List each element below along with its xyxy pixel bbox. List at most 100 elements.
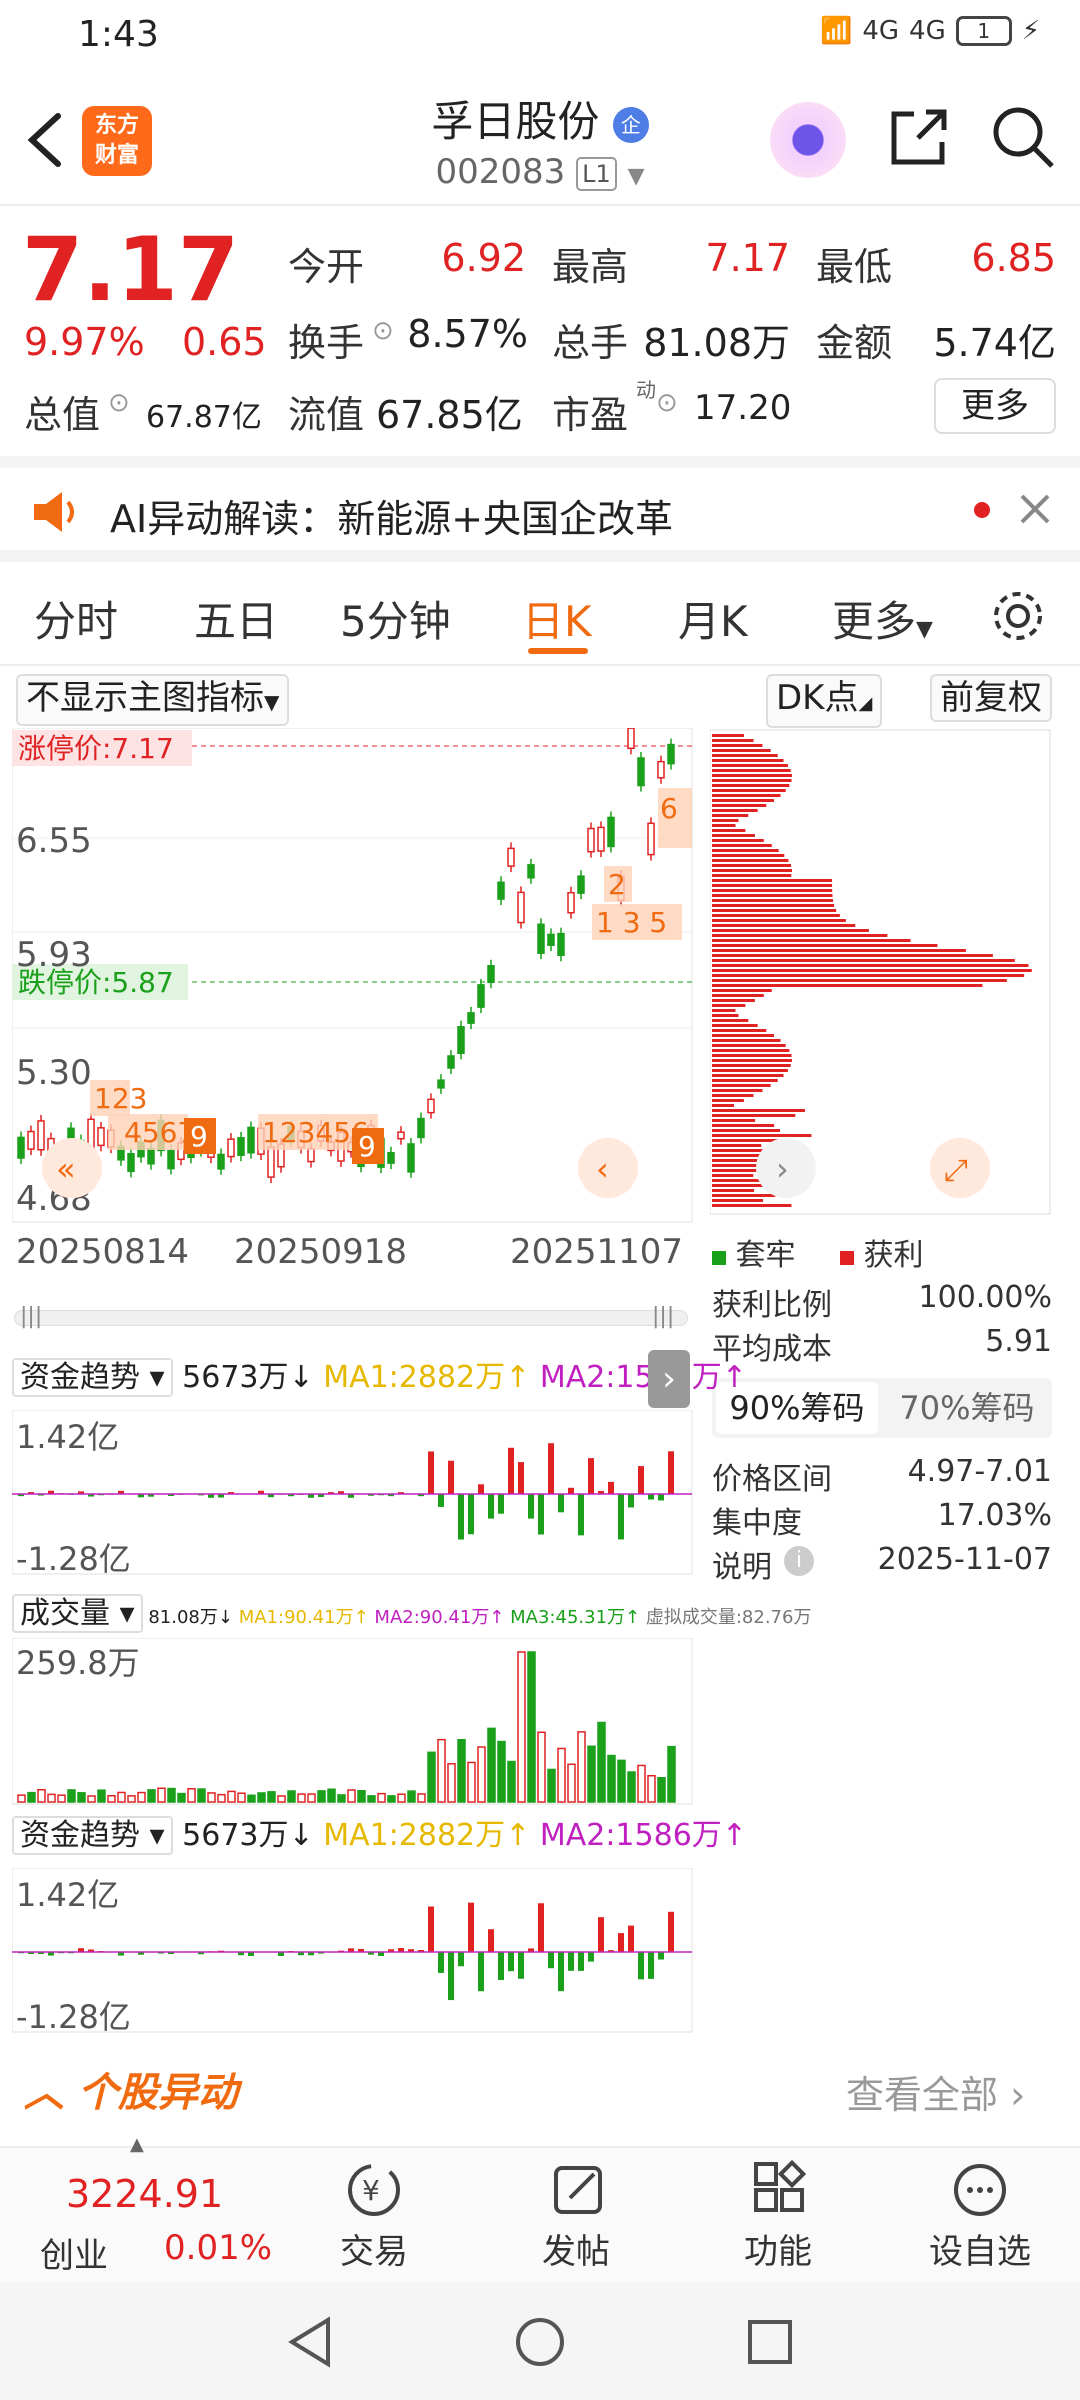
fund-trend-select[interactable]: 资金趋势 ▾ bbox=[12, 1358, 173, 1397]
fund-trend-chart-2[interactable]: 1.42亿 -1.28亿 bbox=[12, 1868, 694, 2034]
info-icon[interactable]: i bbox=[784, 1546, 814, 1576]
fund-bar bbox=[668, 1911, 674, 1952]
legend-green-swatch bbox=[712, 1251, 726, 1265]
system-home-icon[interactable] bbox=[510, 2312, 570, 2372]
settings-gear-icon[interactable] bbox=[990, 588, 1046, 644]
chip-bar bbox=[712, 1074, 784, 1077]
note-label: 说明 bbox=[712, 1550, 772, 1585]
robot-avatar-icon[interactable] bbox=[770, 102, 846, 178]
chip-bar bbox=[712, 1034, 774, 1037]
more-dots-icon bbox=[954, 2164, 1006, 2216]
fund-bar bbox=[658, 1494, 664, 1501]
caret-down-icon: ▼ bbox=[916, 617, 933, 642]
tab-more[interactable]: 更多▼ bbox=[832, 588, 933, 649]
info-icon[interactable]: ⊙ bbox=[656, 388, 678, 418]
chip-bar bbox=[712, 984, 983, 987]
nav-trade[interactable]: 交易 bbox=[304, 2224, 444, 2273]
view-all-link[interactable]: 查看全部 › bbox=[846, 2064, 1025, 2119]
system-nav-bar bbox=[0, 2282, 1080, 2400]
stock-movement-title[interactable]: ︿ 个股异动 bbox=[24, 2060, 238, 2118]
tab-monthly-k[interactable]: 月K bbox=[678, 588, 748, 649]
close-icon[interactable] bbox=[1018, 492, 1052, 526]
volume-bar bbox=[197, 1788, 206, 1803]
fund-bar bbox=[438, 1952, 444, 1973]
tab-intraday[interactable]: 分时 bbox=[34, 588, 118, 649]
candle bbox=[267, 1146, 275, 1178]
chip-bar bbox=[712, 734, 744, 737]
volume-bar bbox=[247, 1794, 256, 1803]
volume-bar bbox=[487, 1727, 496, 1803]
kline-chart[interactable]: 123 4567 9 123456 9 2 1 3 5 6 涨停价:7.17 跌… bbox=[12, 728, 694, 1228]
chip-bar bbox=[712, 944, 938, 947]
range-slider[interactable] bbox=[14, 1310, 688, 1326]
candle bbox=[577, 875, 585, 894]
fund-trend-select-2[interactable]: 资金趋势 ▾ bbox=[12, 1816, 173, 1855]
chip-bar bbox=[712, 919, 846, 922]
volume-bar bbox=[217, 1793, 226, 1803]
main-indicator-select[interactable]: 不显示主图指标▼ bbox=[16, 674, 290, 726]
nav-add-watch[interactable]: 设自选 bbox=[910, 2224, 1050, 2273]
volume-bar bbox=[567, 1763, 576, 1803]
chip-bar bbox=[712, 1024, 758, 1027]
chip-bar bbox=[712, 1049, 790, 1052]
system-back-icon[interactable] bbox=[280, 2312, 340, 2372]
volume-chart[interactable]: 259.8万 bbox=[12, 1638, 694, 1806]
dk-point-button[interactable]: DK点◢ bbox=[766, 674, 883, 728]
fund-bar bbox=[458, 1494, 464, 1540]
fund-bar bbox=[628, 1494, 634, 1508]
double-left-icon: « bbox=[56, 1150, 76, 1188]
tab-5min[interactable]: 5分钟 bbox=[340, 588, 451, 649]
info-icon[interactable]: ⊙ bbox=[372, 316, 394, 346]
candle bbox=[147, 1147, 155, 1165]
adjust-button[interactable]: 前复权 bbox=[930, 674, 1052, 722]
trade-icon: ¥ bbox=[348, 2164, 400, 2216]
chevron-up-icon: ︿ bbox=[24, 2070, 64, 2116]
chip-bar bbox=[712, 1064, 791, 1067]
float-label: 流值 bbox=[288, 393, 365, 437]
chip-date: 2025-11-07 bbox=[877, 1542, 1052, 1577]
fund-trend-chart-1[interactable]: 1.42亿 -1.28亿 bbox=[12, 1410, 694, 1576]
volume-select[interactable]: 成交量 ▾ bbox=[12, 1594, 143, 1633]
fund-bottom-label: -1.28亿 bbox=[16, 1540, 131, 1576]
fund-bar bbox=[578, 1952, 584, 1971]
volume-bar bbox=[277, 1795, 286, 1803]
x-tick: 20250814 bbox=[16, 1232, 190, 1272]
search-icon[interactable] bbox=[988, 102, 1058, 172]
slider-handle-right[interactable]: ||| bbox=[652, 1304, 674, 1329]
functions-icon bbox=[754, 2160, 807, 2212]
chip-distribution-chart[interactable]: › ⤢ bbox=[710, 728, 1052, 1216]
volume-bar bbox=[297, 1793, 306, 1803]
chip-bar bbox=[712, 979, 1007, 982]
tab-5day[interactable]: 五日 bbox=[194, 588, 278, 649]
candle bbox=[17, 1136, 25, 1159]
tab-daily-k[interactable]: 日K bbox=[522, 588, 592, 649]
chip-bar bbox=[712, 759, 784, 762]
volume-bar bbox=[87, 1795, 96, 1803]
nav-functions[interactable]: 功能 bbox=[708, 2224, 848, 2273]
signal-1: 4G bbox=[862, 16, 900, 46]
slider-handle-left[interactable]: ||| bbox=[20, 1304, 42, 1329]
more-button[interactable]: 更多 bbox=[934, 378, 1056, 434]
chip-bar bbox=[712, 999, 755, 1002]
fund-trend-name-2: 资金趋势 bbox=[20, 1818, 140, 1853]
chip-bar bbox=[712, 744, 763, 747]
chevron-right-icon: › bbox=[776, 1150, 789, 1188]
ai-insight-bar[interactable]: AI异动解读：新能源+央国企改革 bbox=[0, 456, 1080, 562]
chip-bar bbox=[712, 1154, 763, 1157]
chip-bar bbox=[712, 839, 764, 842]
dk-label: DK点 bbox=[776, 678, 859, 718]
candle bbox=[237, 1137, 245, 1156]
system-recents-icon[interactable] bbox=[740, 2312, 800, 2372]
volume-bar bbox=[517, 1651, 526, 1803]
nav-post[interactable]: 发帖 bbox=[506, 2224, 646, 2273]
panel-expand-button[interactable]: › bbox=[648, 1350, 690, 1408]
fund-top-label-2: 1.42亿 bbox=[16, 1876, 119, 1914]
volume-name: 成交量 bbox=[20, 1596, 110, 1631]
tab-more-label: 更多 bbox=[832, 597, 917, 646]
info-icon[interactable]: ⊙ bbox=[108, 388, 130, 418]
share-icon[interactable] bbox=[884, 102, 954, 172]
chip-bar bbox=[712, 879, 833, 882]
chip-bar bbox=[712, 1204, 792, 1207]
tab-70-chips[interactable]: 70%筹码 bbox=[892, 1382, 1042, 1434]
index-value[interactable]: 3224.91 bbox=[66, 2172, 223, 2216]
